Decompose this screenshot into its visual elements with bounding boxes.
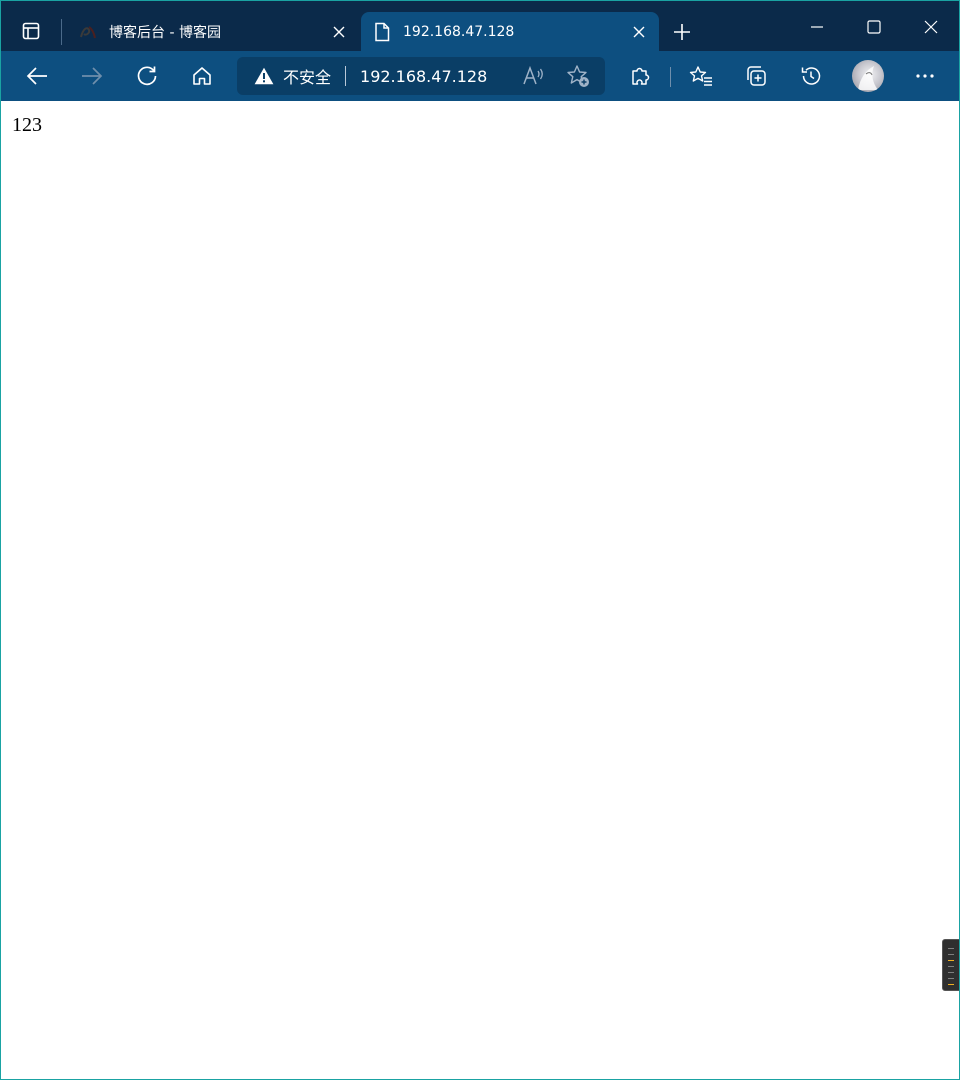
star-add-icon [567,65,589,87]
toolbar-separator [670,67,671,87]
handle-line [948,966,954,967]
collections-button[interactable] [738,58,774,94]
security-status-label[interactable]: 不安全 [283,64,331,88]
tab-actions-button[interactable] [15,15,47,47]
history-icon [801,67,821,85]
handle-line [948,960,954,961]
settings-more-button[interactable] [907,58,943,94]
navigation-toolbar: 不安全 192.168.47.128 [1,51,959,101]
refresh-button[interactable] [129,58,165,94]
tab-current-page[interactable]: 192.168.47.128 [361,12,659,51]
maximize-button[interactable] [854,7,894,47]
tab-separator [61,19,62,45]
title-bar: 博客后台 - 博客园 192.168.47.128 [1,1,959,51]
profile-avatar[interactable] [852,60,884,92]
read-aloud-icon [523,66,543,85]
add-favorite-button[interactable] [563,61,593,91]
page-icon [371,21,393,43]
favorites-button[interactable] [683,58,719,94]
cnblogs-logo-icon [77,21,99,43]
minimize-icon [811,26,823,28]
more-dots-icon [916,74,934,78]
close-window-button[interactable] [911,7,951,47]
close-icon [924,20,938,34]
side-toolbar-handle[interactable] [942,939,959,991]
handle-line [948,984,954,985]
avatar-image-icon [858,66,878,90]
new-tab-button[interactable] [665,15,699,49]
url-text[interactable]: 192.168.47.128 [360,67,487,86]
handle-line [948,948,954,949]
handle-line [948,954,954,955]
collections-icon [747,66,766,86]
maximize-icon [867,20,881,34]
home-icon [193,67,211,85]
history-button[interactable] [793,58,829,94]
tab-title: 192.168.47.128 [403,23,515,40]
close-tab-button[interactable] [625,18,653,46]
close-tab-button[interactable] [325,18,353,46]
favorites-list-icon [689,66,712,86]
page-content: 123 [1,101,959,1079]
extensions-button[interactable] [622,58,658,94]
puzzle-icon [632,67,650,85]
arrow-right-icon [82,67,103,85]
close-icon [333,26,345,37]
page-body-text: 123 [12,114,42,136]
warning-icon[interactable] [253,65,275,87]
tab-actions-icon [22,22,40,40]
minimize-button[interactable] [797,7,837,47]
tab-title: 博客后台 - 博客园 [109,24,221,41]
address-bar[interactable]: 不安全 192.168.47.128 [237,57,605,95]
tab-blog-admin[interactable]: 博客后台 - 博客园 [67,12,359,51]
forward-button[interactable] [74,58,110,94]
address-divider [345,66,347,86]
back-button[interactable] [19,58,55,94]
arrow-left-icon [26,67,47,85]
browser-window: 博客后台 - 博客园 192.168.47.128 不安全 192.168.47… [0,0,960,1080]
close-icon [633,26,645,37]
plus-icon [674,24,690,40]
home-button[interactable] [184,58,220,94]
read-aloud-button[interactable] [519,61,549,91]
handle-line [948,978,954,979]
refresh-icon [137,66,157,86]
handle-line [948,972,954,973]
